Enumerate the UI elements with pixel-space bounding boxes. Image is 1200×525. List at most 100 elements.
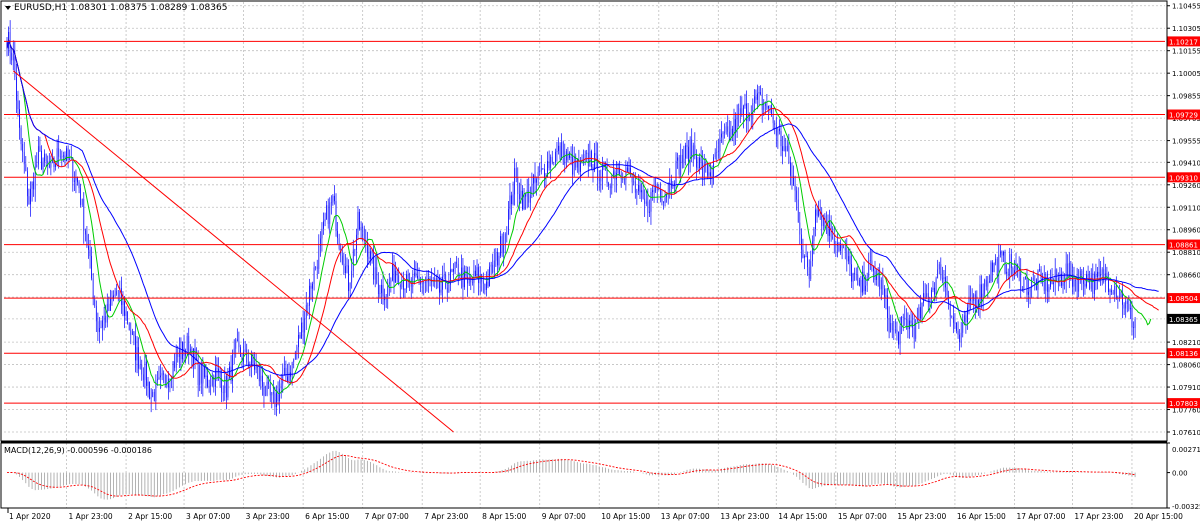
candle-body [717, 151, 719, 153]
candle-body [360, 227, 362, 230]
candle-body [1075, 279, 1076, 281]
candle-body [816, 209, 818, 216]
candle-body [539, 171, 541, 173]
candle-body [172, 361, 174, 379]
candle-body [330, 202, 332, 204]
candle-body [805, 255, 807, 257]
candle-body [700, 157, 702, 162]
candle-body [446, 287, 448, 293]
candle-body [370, 251, 371, 259]
candle-body [799, 222, 801, 235]
candle-body [202, 366, 204, 384]
candle-body [393, 264, 395, 283]
candle-body [678, 157, 680, 175]
candle-body [468, 279, 470, 284]
candle-body [100, 327, 102, 329]
x-tick-label: 17 Apr 07:00 [1016, 512, 1065, 521]
candle-body [946, 287, 948, 296]
candle-body [895, 329, 896, 331]
candle-body [254, 363, 255, 370]
x-tick-label: 7 Apr 07:00 [365, 512, 409, 521]
candle-body [1045, 273, 1047, 291]
candle-body [916, 319, 918, 321]
moving-average-5-line [6, 38, 1152, 394]
candle-body [556, 150, 558, 152]
symbol-menu-arrow-icon[interactable] [5, 6, 11, 10]
candle-body [940, 264, 942, 279]
candle-body [323, 221, 324, 229]
candle-body [595, 153, 597, 156]
candle-body [669, 179, 671, 194]
candle-body [475, 270, 476, 277]
candle-body [755, 96, 757, 100]
candle-body [1126, 300, 1128, 304]
candle-body [660, 188, 661, 200]
candle-body [343, 263, 345, 273]
candle-body [495, 252, 497, 261]
candle-body [1123, 304, 1125, 309]
y-tick-label: 1.07610 [1172, 429, 1200, 437]
candle-body [498, 255, 500, 266]
candle-body [887, 295, 888, 319]
candle-body [612, 171, 614, 176]
candle-body [164, 374, 166, 384]
candle-body [484, 283, 486, 290]
candle-body [644, 198, 646, 204]
candle-body [103, 315, 105, 321]
y-tick-label: 1.09555 [1172, 138, 1200, 146]
candle-body [533, 175, 534, 184]
candle-body [796, 190, 798, 200]
candle-body [511, 195, 512, 205]
candle-body [1133, 327, 1134, 328]
x-tick-label: 9 Apr 07:00 [542, 512, 586, 521]
candle-body [791, 175, 793, 177]
candle-body [699, 157, 700, 168]
candle-body [537, 172, 539, 180]
candle-body [658, 188, 660, 191]
candle-body [271, 392, 273, 396]
candle-body [732, 128, 733, 136]
candle-body [628, 167, 630, 173]
candle-body [550, 156, 552, 168]
candle-body [169, 378, 171, 380]
candle-body [1062, 282, 1064, 286]
candle-body [74, 180, 75, 182]
candle-body [935, 278, 937, 295]
candle-body [221, 378, 223, 393]
x-tick-label: 15 Apr 23:00 [897, 512, 946, 521]
candle-body [274, 393, 276, 407]
trendline [12, 70, 454, 433]
candle-body [133, 331, 135, 336]
candle-body [424, 281, 426, 283]
candle-body [84, 230, 86, 235]
x-tick-label: 16 Apr 15:00 [957, 512, 1006, 521]
candle-body [788, 145, 790, 163]
candle-body [627, 167, 628, 173]
candle-body [899, 326, 901, 345]
candle-body [175, 352, 177, 368]
candle-body [337, 231, 338, 239]
candle-body [681, 154, 683, 164]
candle-body [388, 282, 390, 284]
candle-body [523, 193, 525, 210]
candle-body [639, 185, 641, 193]
candle-body [769, 105, 771, 106]
candle-body [968, 298, 970, 308]
candle-body [204, 366, 205, 378]
candle-body [16, 76, 17, 101]
candle-body [327, 205, 329, 224]
candle-body [435, 278, 437, 281]
candle-body [857, 274, 859, 286]
candle-body [418, 278, 420, 280]
candle-body [359, 211, 360, 230]
candle-body [39, 146, 41, 151]
level-price-label: 1.09310 [1169, 174, 1198, 182]
candle-body [130, 330, 132, 335]
candle-body [260, 375, 262, 382]
candle-body [534, 175, 536, 183]
candle-body [160, 375, 161, 378]
candle-body [697, 167, 699, 169]
x-tick-label: 2 Apr 15:00 [128, 512, 172, 521]
y-tick-label: 1.08960 [1172, 227, 1200, 235]
candle-body [45, 153, 47, 162]
